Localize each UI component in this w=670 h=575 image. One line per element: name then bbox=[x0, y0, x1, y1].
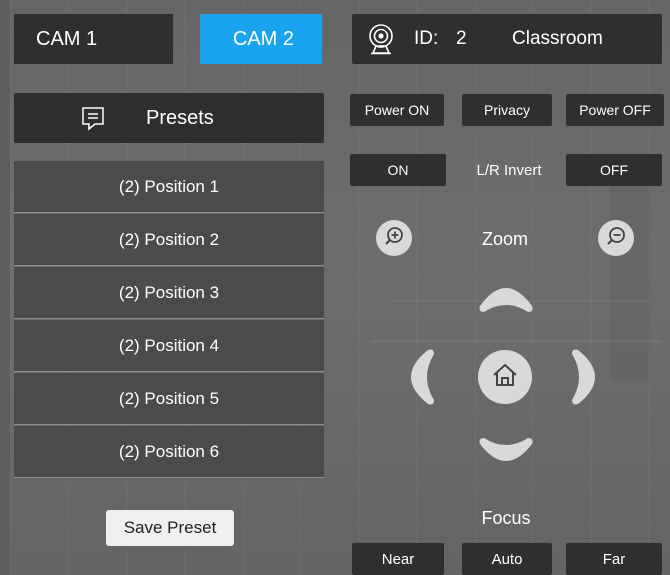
arrow-left-icon bbox=[398, 349, 438, 412]
arrow-down-icon bbox=[474, 438, 538, 480]
power-on-button[interactable]: Power ON bbox=[350, 94, 444, 126]
zoom-out-button[interactable] bbox=[598, 220, 634, 256]
presets-header: Presets bbox=[14, 93, 324, 143]
camera-id-bar: ID: 2 Classroom bbox=[352, 14, 662, 64]
id-value: 2 bbox=[456, 28, 467, 49]
power-on-label: Power ON bbox=[364, 102, 430, 118]
preset-item-5[interactable]: (2) Position 5 bbox=[14, 373, 324, 425]
cam1-button[interactable]: CAM 1 bbox=[14, 14, 173, 64]
power-off-button[interactable]: Power OFF bbox=[566, 94, 664, 126]
save-preset-button[interactable]: Save Preset bbox=[106, 510, 234, 546]
zoom-label: Zoom bbox=[481, 228, 528, 249]
id-label: ID: bbox=[414, 28, 439, 49]
invert-off-button[interactable]: OFF bbox=[566, 154, 662, 186]
focus-far-label: Far bbox=[602, 550, 626, 568]
invert-off-label: OFF bbox=[600, 162, 628, 178]
focus-auto-label: Auto bbox=[491, 550, 523, 568]
arrow-up-icon bbox=[474, 288, 538, 320]
invert-on-button[interactable]: ON bbox=[350, 154, 446, 186]
preset-label: (2) Position 2 bbox=[118, 229, 220, 249]
arrow-right-icon bbox=[568, 349, 608, 412]
preset-label: (2) Position 6 bbox=[118, 441, 220, 461]
cam2-label: CAM 2 bbox=[232, 27, 294, 50]
pan-up-button[interactable] bbox=[474, 276, 538, 316]
preset-item-6[interactable]: (2) Position 6 bbox=[14, 426, 324, 478]
save-preset-label: Save Preset bbox=[123, 518, 217, 537]
preset-label: (2) Position 1 bbox=[118, 176, 220, 196]
preset-label: (2) Position 3 bbox=[118, 282, 220, 302]
cam1-label: CAM 1 bbox=[36, 27, 98, 50]
zoom-in-button[interactable] bbox=[376, 220, 412, 256]
invert-on-label: ON bbox=[387, 162, 409, 178]
preset-item-2[interactable]: (2) Position 2 bbox=[14, 214, 324, 266]
preset-label: (2) Position 4 bbox=[118, 335, 220, 355]
focus-near-button[interactable]: Near bbox=[352, 543, 444, 575]
preset-item-1[interactable]: (2) Position 1 bbox=[14, 161, 324, 213]
focus-label: Focus bbox=[481, 507, 531, 528]
preset-item-3[interactable]: (2) Position 3 bbox=[14, 267, 324, 319]
room-name: Classroom bbox=[512, 28, 603, 49]
presets-title: Presets bbox=[146, 106, 214, 129]
bookmark-icon bbox=[80, 105, 106, 131]
focus-far-button[interactable]: Far bbox=[566, 543, 662, 575]
pan-left-button[interactable] bbox=[398, 346, 438, 408]
focus-near-label: Near bbox=[381, 550, 415, 568]
pan-right-button[interactable] bbox=[568, 346, 608, 408]
focus-auto-button[interactable]: Auto bbox=[462, 543, 552, 575]
home-icon bbox=[491, 362, 519, 393]
zoom-in-icon bbox=[383, 225, 405, 252]
preset-label: (2) Position 5 bbox=[118, 388, 220, 408]
zoom-out-icon bbox=[605, 225, 627, 252]
preset-item-4[interactable]: (2) Position 4 bbox=[14, 320, 324, 372]
pan-down-button[interactable] bbox=[474, 434, 538, 476]
privacy-label: Privacy bbox=[484, 102, 530, 118]
home-button[interactable] bbox=[478, 350, 532, 404]
power-off-label: Power OFF bbox=[579, 102, 651, 118]
webcam-icon bbox=[366, 23, 396, 55]
cam2-button[interactable]: CAM 2 bbox=[200, 14, 322, 64]
privacy-button[interactable]: Privacy bbox=[462, 94, 552, 126]
lr-invert-label: L/R Invert bbox=[476, 161, 542, 179]
